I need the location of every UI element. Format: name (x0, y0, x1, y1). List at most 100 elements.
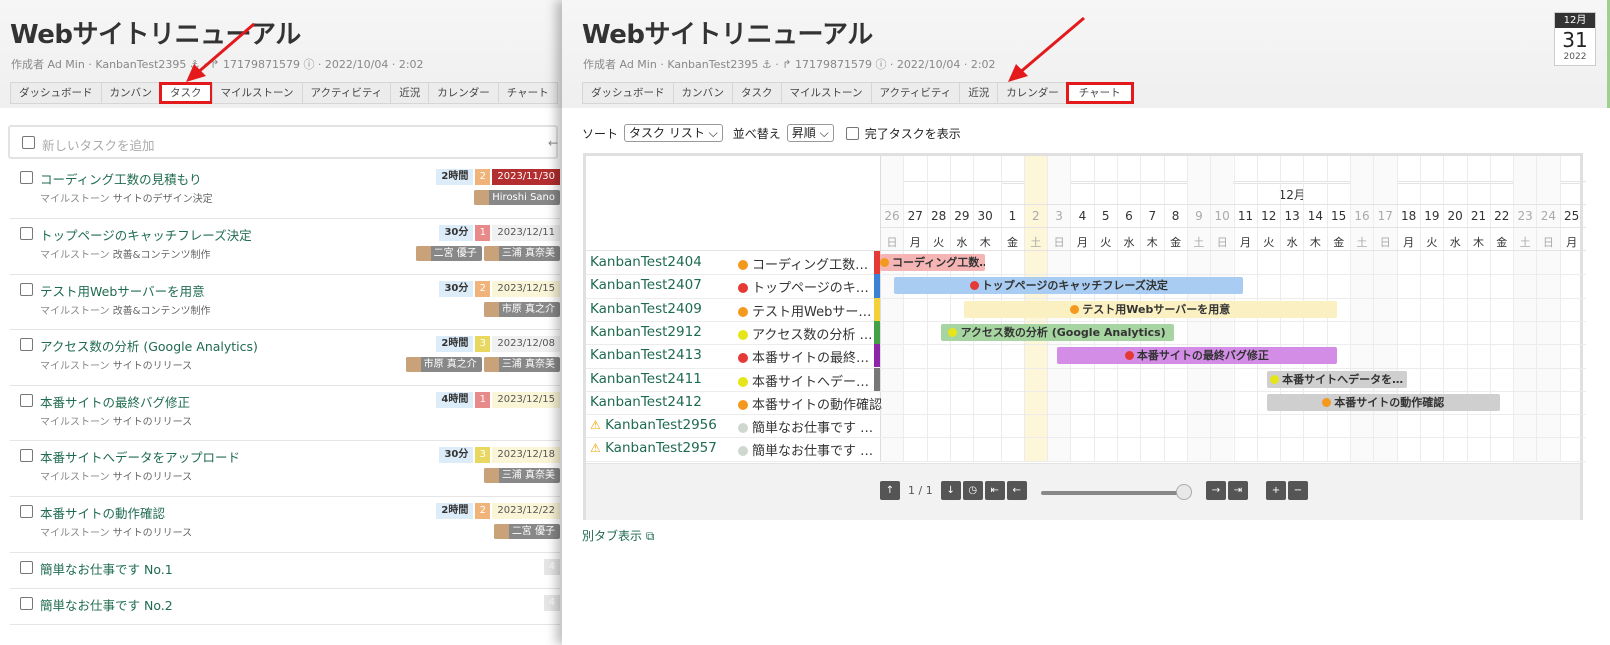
gantt-row-key[interactable]: KanbanTest2404 (590, 254, 702, 270)
gantt-row-key[interactable]: KanbanTest2407 (590, 277, 702, 293)
task-checkbox[interactable] (20, 283, 33, 296)
open-new-tab-link[interactable]: 別タブ表示 ⧉ (582, 527, 654, 544)
assignee-chip[interactable]: 市原 真之介 (483, 302, 560, 317)
gantt-row-task[interactable]: トップページのキ… (738, 277, 869, 296)
tab-milestones[interactable]: マイルストーン (780, 82, 871, 104)
add-task-checkbox[interactable] (22, 136, 35, 149)
tab-status[interactable]: 近況 (390, 82, 429, 104)
task-row[interactable]: 本番サイトへデータをアップロード マイルストーン サイトのリリース 30分 3 2… (10, 441, 560, 497)
task-row[interactable]: 本番サイトの動作確認 マイルストーン サイトのリリース 2時間 2 2023/12… (10, 497, 560, 553)
jump-left-icon[interactable]: ⇤ (984, 481, 1005, 500)
task-name[interactable]: コーディング工数の見積もり (40, 169, 202, 188)
gantt-row-task[interactable]: 本番サイトの最終… (738, 347, 869, 366)
arrow-down-icon[interactable]: ↓ (940, 481, 961, 500)
gantt-row-line (586, 274, 1586, 276)
task-milestone: マイルストーン サイトのリリース (40, 357, 192, 372)
task-name[interactable]: アクセス数の分析 (Google Analytics) (40, 336, 258, 355)
task-name[interactable]: 簡単なお仕事です No.1 (40, 559, 173, 578)
tab-activity[interactable]: アクティビティ (870, 82, 960, 104)
arrow-up-icon[interactable]: ↑ (880, 481, 900, 500)
tab-chart[interactable]: チャート (497, 82, 558, 104)
task-row[interactable]: トップページのキャッチフレーズ決定 マイルストーン 改善&コンテンツ制作 30分 … (10, 219, 560, 275)
gantt-bar[interactable]: 本番サイトの動作確認 (1266, 393, 1500, 411)
gantt-row-task[interactable]: 簡単なお仕事です … (738, 417, 873, 436)
gantt-bar[interactable]: コーディング工数… (880, 254, 985, 271)
assignee-chip[interactable]: 三浦 真奈美 (483, 468, 560, 483)
day-weekday: 日 (1216, 236, 1228, 249)
gantt-row-key[interactable]: ⚠ KanbanTest2957 (590, 440, 717, 456)
task-checkbox[interactable] (20, 338, 33, 351)
gantt-row-task[interactable]: 本番サイトへデー… (738, 371, 869, 390)
assignee-chip[interactable]: 三浦 真奈美 (483, 357, 560, 372)
order-select[interactable]: 昇順 ⌵ (786, 124, 834, 142)
task-name[interactable]: 簡単なお仕事です No.2 (40, 595, 173, 614)
gantt-row-key[interactable]: KanbanTest2413 (590, 347, 702, 363)
arrow-right-icon[interactable]: → (1206, 481, 1226, 500)
arrow-left-icon[interactable]: ← (548, 136, 558, 150)
task-row[interactable]: 簡単なお仕事です No.2 4 (10, 589, 560, 625)
tab-activity[interactable]: アクティビティ (301, 82, 391, 104)
gantt-row-task[interactable]: アクセス数の分析 … (738, 324, 872, 343)
task-checkbox[interactable] (20, 227, 33, 240)
task-row[interactable]: 本番サイトの最終バグ修正 マイルストーン サイトのリリース 4時間 1 2023/… (10, 386, 560, 441)
gantt-row-key[interactable]: ⚠ KanbanTest2956 (590, 417, 717, 433)
task-checkbox[interactable] (20, 505, 33, 518)
tab-dashboard[interactable]: ダッシュボード (10, 82, 101, 104)
gantt-bar[interactable]: アクセス数の分析 (Google Analytics) (940, 323, 1174, 341)
tab-kanban[interactable]: カンバン (100, 82, 161, 104)
gantt-row-line (586, 390, 1586, 392)
tab-milestones[interactable]: マイルストーン (211, 82, 302, 104)
tab-dashboard[interactable]: ダッシュボード (582, 82, 673, 104)
tab-status[interactable]: 近況 (959, 82, 998, 104)
clock-icon[interactable]: ◷ (962, 481, 983, 500)
gantt-row-key[interactable]: KanbanTest2409 (590, 301, 702, 317)
task-checkbox[interactable] (20, 171, 33, 184)
task-checkbox[interactable] (20, 449, 33, 462)
gantt-bar[interactable]: 本番サイトへデータを… (1266, 370, 1407, 388)
tab-calendar[interactable]: カレンダー (997, 82, 1067, 104)
task-row[interactable]: アクセス数の分析 (Google Analytics) マイルストーン サイトのリ… (10, 330, 560, 386)
task-row[interactable]: テスト用Webサーバーを用意 マイルストーン 改善&コンテンツ制作 30分 2 2… (10, 275, 560, 330)
task-checkbox[interactable] (20, 561, 33, 574)
gantt-row-task[interactable]: コーディング工数… (738, 254, 868, 273)
task-name[interactable]: テスト用Webサーバーを用意 (40, 281, 205, 300)
assignee-chip[interactable]: 二宮 優子 (415, 246, 482, 261)
calendar-widget[interactable]: 12月 31 2022 (1554, 12, 1596, 66)
task-name[interactable]: 本番サイトの最終バグ修正 (40, 392, 190, 411)
tab-tasks[interactable]: タスク (732, 82, 781, 104)
tab-chart[interactable]: チャート (1065, 82, 1134, 104)
assignee-chip[interactable]: 三浦 真奈美 (483, 246, 560, 261)
gantt-row-key[interactable]: KanbanTest2411 (590, 371, 702, 387)
arrow-left-icon[interactable]: ← (1006, 481, 1027, 500)
task-row[interactable]: コーディング工数の見積もり マイルストーン サイトのデザイン決定 2時間 2 20… (10, 163, 560, 219)
show-done-checkbox[interactable] (845, 126, 859, 140)
gantt-row-task[interactable]: 簡単なお仕事です … (738, 440, 873, 459)
task-checkbox[interactable] (20, 394, 33, 407)
task-checkbox[interactable] (20, 597, 33, 610)
gantt-bar[interactable]: トップページのキャッチフレーズ決定 (893, 277, 1244, 295)
task-row[interactable]: 簡単なお仕事です No.1 4 (10, 553, 560, 589)
jump-right-icon[interactable]: ⇥ (1228, 481, 1248, 500)
gantt-row-key[interactable]: KanbanTest2912 (590, 324, 702, 340)
zoom-slider[interactable] (1041, 491, 1191, 495)
gantt-bar[interactable]: 本番サイトの最終バグ修正 (1057, 347, 1337, 365)
tab-calendar[interactable]: カレンダー (428, 82, 498, 104)
assignee-chip[interactable]: 市原 真之介 (405, 357, 482, 372)
add-task-field[interactable]: 新しいタスクを追加 (8, 125, 558, 159)
gantt-row-task[interactable]: テスト用Webサー… (738, 301, 871, 320)
tab-kanban[interactable]: カンバン (672, 82, 733, 104)
gantt-bar[interactable]: テスト用Webサーバーを用意 (963, 300, 1337, 318)
assignee-chip[interactable]: Hiroshi Sano (474, 190, 560, 205)
sort-select[interactable]: タスク リスト ⌵ (624, 124, 723, 142)
task-name[interactable]: 本番サイトの動作確認 (40, 503, 165, 522)
task-name[interactable]: 本番サイトへデータをアップロード (40, 447, 240, 466)
gantt-row-key[interactable]: KanbanTest2412 (590, 394, 702, 410)
zoom-in-icon[interactable]: + (1266, 481, 1286, 500)
task-name[interactable]: トップページのキャッチフレーズ決定 (40, 225, 252, 244)
tab-tasks[interactable]: タスク (159, 82, 213, 104)
zoom-out-icon[interactable]: − (1288, 481, 1308, 500)
assignee-chip[interactable]: 二宮 優子 (493, 524, 560, 539)
zoom-slider-handle[interactable] (1176, 484, 1192, 500)
gantt-row-task[interactable]: 本番サイトの動作確認 (738, 394, 882, 413)
day-number: 6 (1125, 209, 1133, 223)
